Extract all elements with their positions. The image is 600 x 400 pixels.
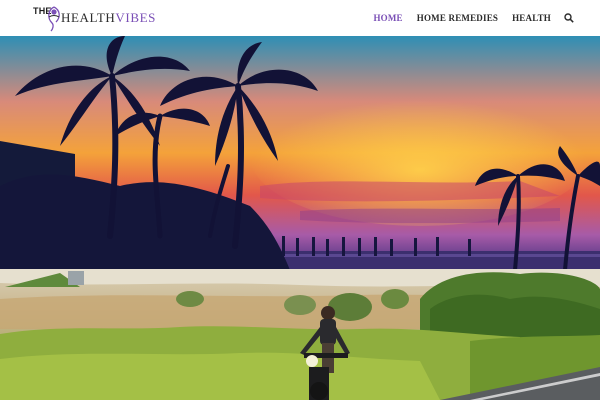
nav-item-home-remedies[interactable]: HOME REMEDIES bbox=[410, 13, 505, 23]
feature-image-motorcycle[interactable] bbox=[0, 269, 600, 400]
site-logo[interactable]: THE HEALTHVIBES bbox=[33, 4, 156, 32]
nav-item-home[interactable]: HOME bbox=[366, 13, 409, 23]
main-nav: HOME HOME REMEDIES HEALTH bbox=[366, 0, 576, 36]
logo-wordmark: HEALTHVIBES bbox=[61, 10, 156, 26]
nav-item-health[interactable]: HEALTH bbox=[505, 13, 558, 23]
search-button[interactable] bbox=[562, 11, 576, 25]
motorcycle-field-graphic bbox=[0, 269, 600, 400]
logo-word-health: HEALTH bbox=[61, 10, 116, 25]
logo-word-vibes: VIBES bbox=[115, 10, 156, 25]
sunset-palms-graphic bbox=[0, 36, 600, 270]
search-icon bbox=[564, 13, 574, 23]
hero-image-sunset-palms[interactable] bbox=[0, 36, 600, 270]
site-header: THE HEALTHVIBES HOME HOME REMEDIES HEALT… bbox=[0, 0, 600, 36]
